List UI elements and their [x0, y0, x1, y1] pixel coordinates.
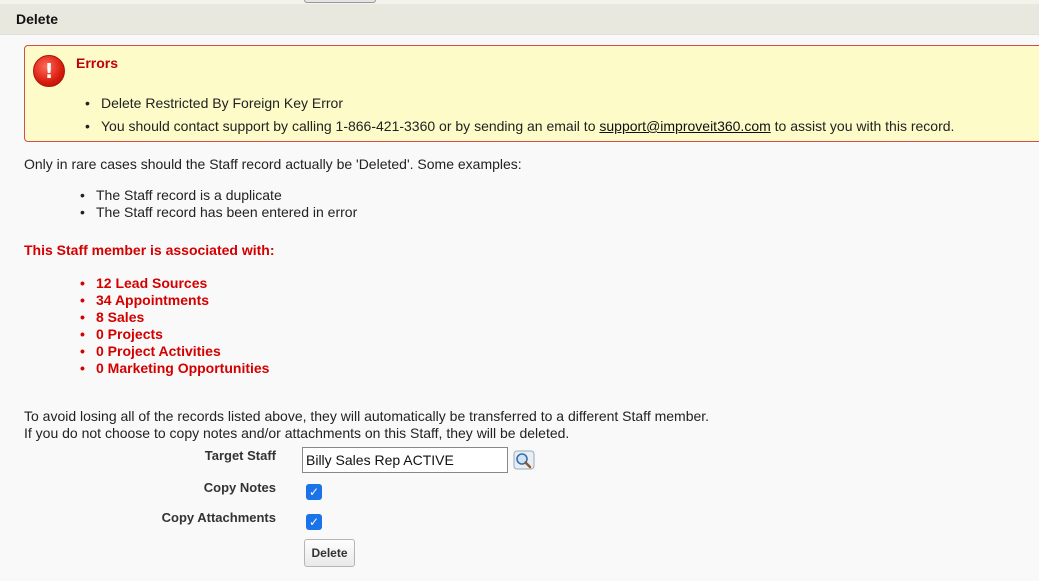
association-item: 0 Projects: [80, 326, 269, 343]
example-item: The Staff record has been entered in err…: [80, 204, 357, 221]
main-content: ! Errors Delete Restricted By Foreign Ke…: [0, 35, 1039, 581]
copy-notes-checkbox[interactable]: ✓: [306, 484, 322, 500]
association-item: 0 Project Activities: [80, 343, 269, 360]
association-item: 8 Sales: [80, 309, 269, 326]
error-item: You should contact support by calling 1-…: [85, 118, 954, 135]
example-list: The Staff record is a duplicate The Staf…: [80, 187, 357, 221]
association-item: 34 Appointments: [80, 292, 269, 309]
transfer-note-line: To avoid losing all of the records liste…: [24, 408, 710, 424]
page-header: Delete: [0, 4, 1039, 35]
top-tab-edge: [304, 0, 376, 3]
copy-attachments-label: Copy Attachments: [161, 510, 276, 525]
associations-list: 12 Lead Sources 34 Appointments 8 Sales …: [80, 275, 269, 377]
support-email-link[interactable]: support@improveit360.com: [599, 118, 770, 134]
error-panel: ! Errors Delete Restricted By Foreign Ke…: [24, 45, 1039, 142]
copy-notes-label: Copy Notes: [203, 480, 276, 495]
intro-text: Only in rare cases should the Staff reco…: [24, 156, 522, 172]
error-contact-text: You should contact support by calling 1-…: [101, 118, 600, 134]
target-staff-input[interactable]: [302, 447, 508, 473]
lookup-search-icon[interactable]: [513, 450, 535, 470]
example-item: The Staff record is a duplicate: [80, 187, 357, 204]
association-item: 0 Marketing Opportunities: [80, 360, 269, 377]
delete-button[interactable]: Delete: [304, 539, 355, 567]
error-item: Delete Restricted By Foreign Key Error: [85, 95, 954, 112]
error-list: Delete Restricted By Foreign Key Error Y…: [85, 95, 954, 141]
error-contact-text-end: to assist you with this record.: [770, 118, 955, 134]
transfer-note: To avoid losing all of the records liste…: [24, 408, 709, 442]
associations-title: This Staff member is associated with:: [24, 242, 275, 258]
transfer-note-line: If you do not choose to copy notes and/o…: [24, 425, 570, 441]
error-title: Errors: [76, 55, 119, 71]
association-item: 12 Lead Sources: [80, 275, 269, 292]
target-staff-label: Target Staff: [204, 448, 276, 463]
copy-attachments-checkbox[interactable]: ✓: [306, 514, 322, 530]
page-title: Delete: [16, 11, 59, 27]
error-exclamation-icon: !: [33, 55, 65, 87]
